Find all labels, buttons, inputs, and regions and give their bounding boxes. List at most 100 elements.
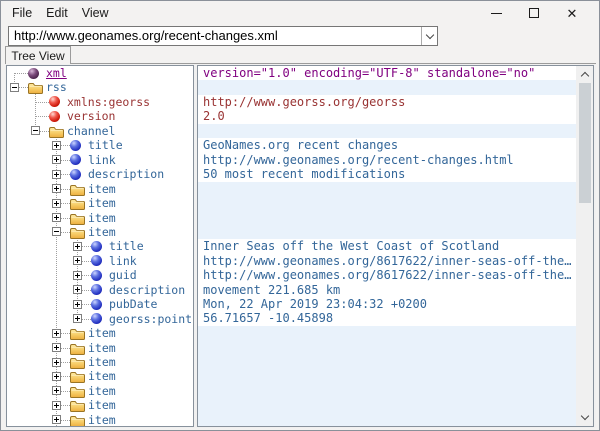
tree-node-item[interactable]: item bbox=[7, 326, 193, 340]
expand-icon[interactable] bbox=[73, 271, 82, 280]
expand-icon[interactable] bbox=[52, 415, 61, 424]
maximize-icon bbox=[529, 8, 539, 18]
expand-icon[interactable] bbox=[73, 300, 82, 309]
expand-icon[interactable] bbox=[73, 242, 82, 251]
menubar: File Edit View bbox=[1, 1, 121, 25]
tree-node-label: xmlns:georss bbox=[67, 95, 150, 109]
sphere-blue-icon bbox=[91, 284, 102, 295]
tree-node-item[interactable]: item bbox=[7, 355, 193, 369]
url-input[interactable]: http://www.geonames.org/recent-changes.x… bbox=[9, 27, 421, 45]
collapse-icon[interactable] bbox=[52, 227, 61, 236]
tree-node-version[interactable]: version bbox=[7, 109, 193, 123]
tree-node-item[interactable]: item bbox=[7, 225, 193, 239]
tree-node-label: xml bbox=[46, 66, 67, 80]
tree-node-label: description bbox=[109, 283, 185, 297]
tree-node-title[interactable]: title bbox=[7, 239, 193, 253]
tree-node-link[interactable]: link bbox=[7, 153, 193, 167]
tree-node-label: guid bbox=[109, 268, 137, 282]
menu-view[interactable]: View bbox=[80, 4, 111, 22]
tree-node-label: title bbox=[109, 239, 144, 253]
tab-label: Tree View bbox=[11, 49, 64, 63]
sphere-blue-icon bbox=[70, 169, 81, 180]
value-row: 2.0 bbox=[198, 109, 576, 123]
tree-connector bbox=[35, 116, 49, 117]
expand-icon[interactable] bbox=[52, 170, 61, 179]
tree-node-item[interactable]: item bbox=[7, 182, 193, 196]
scroll-up-button[interactable] bbox=[576, 66, 593, 83]
app-window: File Edit View ✕ http://www.geonames.org/r… bbox=[0, 0, 600, 431]
expand-icon[interactable] bbox=[52, 329, 61, 338]
tree-node-xmlns:georss[interactable]: xmlns:georss bbox=[7, 95, 193, 109]
xml-tree-panel[interactable]: xmlrssxmlns:georssversionchanneltitlelin… bbox=[6, 65, 194, 427]
collapse-icon[interactable] bbox=[10, 83, 19, 92]
tree-node-label: item bbox=[88, 341, 116, 355]
tree-node-label: item bbox=[88, 326, 116, 340]
tree-node-label: description bbox=[88, 167, 164, 181]
window-controls: ✕ bbox=[477, 1, 591, 25]
tree-node-label: version bbox=[67, 109, 115, 123]
collapse-icon[interactable] bbox=[31, 126, 40, 135]
folder-icon bbox=[70, 414, 85, 427]
value-row: http://www.geonames.org/8617622/inner-se… bbox=[198, 254, 576, 268]
tab-tree-view[interactable]: Tree View bbox=[5, 46, 71, 64]
tree-node-pubDate[interactable]: pubDate bbox=[7, 297, 193, 311]
expand-icon[interactable] bbox=[52, 343, 61, 352]
tree-node-label: pubDate bbox=[109, 297, 157, 311]
expand-icon[interactable] bbox=[52, 213, 61, 222]
tree-node-item[interactable]: item bbox=[7, 211, 193, 225]
combo-dropdown-button[interactable] bbox=[421, 27, 437, 45]
tree-node-item[interactable]: item bbox=[7, 369, 193, 383]
sphere-red-icon bbox=[49, 111, 60, 122]
menu-file[interactable]: File bbox=[10, 4, 34, 22]
value-row: Mon, 22 Apr 2019 23:04:32 +0200 bbox=[198, 297, 576, 311]
tree-connector bbox=[35, 102, 49, 103]
sphere-blue-icon bbox=[91, 299, 102, 310]
tree-node-label: item bbox=[88, 355, 116, 369]
minimize-button[interactable] bbox=[477, 1, 515, 25]
expand-icon[interactable] bbox=[52, 199, 61, 208]
value-row bbox=[198, 124, 576, 138]
tree-node-guid[interactable]: guid bbox=[7, 268, 193, 282]
scrollbar-thumb[interactable] bbox=[579, 83, 591, 203]
tree-node-item[interactable]: item bbox=[7, 384, 193, 398]
tree-node-description[interactable]: description bbox=[7, 167, 193, 181]
value-row bbox=[198, 326, 576, 340]
tree-node-item[interactable]: item bbox=[7, 398, 193, 412]
expand-icon[interactable] bbox=[52, 184, 61, 193]
expand-icon[interactable] bbox=[52, 141, 61, 150]
maximize-button[interactable] bbox=[515, 1, 553, 25]
tree-node-description[interactable]: description bbox=[7, 283, 193, 297]
close-button[interactable]: ✕ bbox=[553, 1, 591, 25]
value-row: http://www.geonames.org/8617622/inner-se… bbox=[198, 268, 576, 282]
scroll-down-button[interactable] bbox=[576, 409, 593, 426]
value-row bbox=[198, 398, 576, 412]
expand-icon[interactable] bbox=[73, 285, 82, 294]
tree-node-item[interactable]: item bbox=[7, 413, 193, 427]
expand-icon[interactable] bbox=[52, 358, 61, 367]
tree-node-link[interactable]: link bbox=[7, 254, 193, 268]
tree-node-item[interactable]: item bbox=[7, 341, 193, 355]
titlebar: File Edit View ✕ bbox=[1, 1, 599, 25]
sphere-blue-icon bbox=[91, 255, 102, 266]
vertical-scrollbar[interactable] bbox=[576, 66, 593, 426]
tree-node-label: item bbox=[88, 413, 116, 427]
expand-icon[interactable] bbox=[52, 155, 61, 164]
value-row bbox=[198, 210, 576, 224]
expand-icon[interactable] bbox=[73, 256, 82, 265]
expand-icon[interactable] bbox=[52, 386, 61, 395]
tree-node-xml[interactable]: xml bbox=[7, 66, 193, 80]
tree-node-channel[interactable]: channel bbox=[7, 124, 193, 138]
value-row: movement 221.685 km bbox=[198, 283, 576, 297]
tree-node-georss:point[interactable]: georss:point bbox=[7, 312, 193, 326]
expand-icon[interactable] bbox=[52, 372, 61, 381]
value-row bbox=[198, 340, 576, 354]
chevron-down-icon bbox=[580, 412, 588, 420]
expand-icon[interactable] bbox=[73, 314, 82, 323]
expand-icon[interactable] bbox=[52, 401, 61, 410]
tree-node-title[interactable]: title bbox=[7, 138, 193, 152]
sphere-blue-icon bbox=[70, 140, 81, 151]
tree-node-item[interactable]: item bbox=[7, 196, 193, 210]
url-combobox[interactable]: http://www.geonames.org/recent-changes.x… bbox=[8, 26, 438, 46]
menu-edit[interactable]: Edit bbox=[44, 4, 70, 22]
tree-node-rss[interactable]: rss bbox=[7, 80, 193, 94]
